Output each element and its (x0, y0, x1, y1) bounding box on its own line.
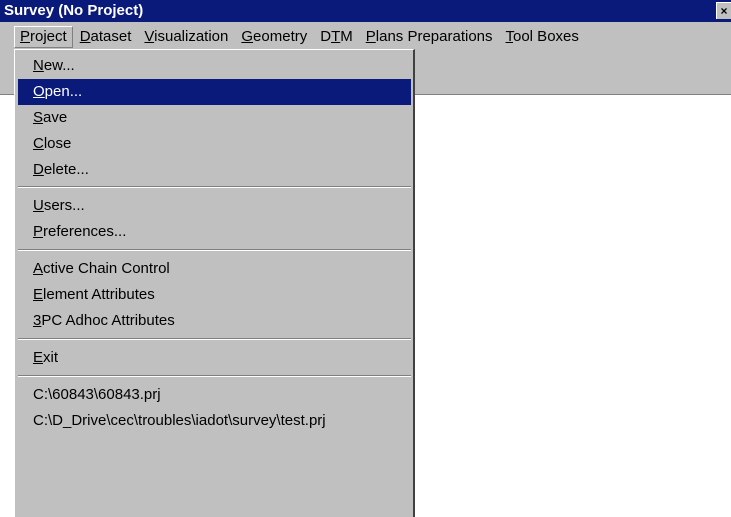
title-bar[interactable]: Survey (No Project) × (0, 0, 731, 22)
menu-item-close[interactable]: Close (18, 131, 411, 157)
item-label-key: S (33, 109, 44, 126)
item-label-post: lose (43, 135, 72, 152)
menu-item-active-chain-control[interactable]: Active Chain Control (18, 256, 411, 282)
item-label-post: PC Adhoc Attributes (41, 312, 175, 329)
menu-item-recent-file-2[interactable]: C:\D_Drive\cec\troubles\iadot\survey\tes… (18, 408, 411, 434)
menu-tool-boxes[interactable]: Tool Boxes (500, 26, 585, 48)
menu-label-key: T (505, 28, 514, 45)
menu-label-post: M (340, 28, 353, 45)
item-label-key: U (33, 197, 44, 214)
menu-visualization[interactable]: Visualization (138, 26, 234, 48)
item-label-post: C:\60843\60843.prj (33, 386, 161, 403)
menu-item-users[interactable]: Users... (18, 193, 411, 219)
menu-project[interactable]: Project (14, 26, 73, 48)
item-label-post: ave (43, 109, 68, 126)
menu-item-exit[interactable]: Exit (18, 345, 411, 371)
item-label-post: ctive Chain Control (43, 260, 170, 277)
item-label-key: O (33, 83, 45, 100)
item-label-post: ew... (43, 57, 75, 74)
menu-label-post: ataset (90, 28, 132, 45)
menu-dtm[interactable]: DTM (314, 26, 359, 48)
item-label-post: elete... (43, 161, 89, 178)
menu-item-open[interactable]: Open... (18, 79, 411, 105)
menu-label-post: eometry (253, 28, 308, 45)
menu-item-preferences[interactable]: Preferences... (18, 219, 411, 245)
menu-item-save[interactable]: Save (18, 105, 411, 131)
item-label-key: E (33, 349, 44, 366)
item-label-key: D (33, 161, 44, 178)
menu-label-key: P (20, 28, 31, 45)
item-label-key: C (33, 135, 44, 152)
menu-label-post: ool Boxes (513, 28, 579, 45)
item-label-post: xit (43, 349, 59, 366)
menu-label-post: isualization (154, 28, 229, 45)
project-dropdown-menu: New... Open... Save Close Delete... User… (14, 49, 415, 517)
item-label-key: P (33, 223, 44, 240)
item-label-key: A (33, 260, 44, 277)
item-label-key: E (33, 286, 44, 303)
item-label-key: N (33, 57, 44, 74)
menu-label-key: T (331, 28, 341, 45)
menu-label-pre: D (320, 28, 332, 45)
close-icon[interactable]: × (716, 2, 731, 19)
menu-separator (18, 186, 411, 188)
menu-label-post: roject (30, 28, 67, 45)
menu-separator (18, 375, 411, 377)
menu-item-element-attributes[interactable]: Element Attributes (18, 282, 411, 308)
window-title: Survey (No Project) (4, 2, 144, 19)
item-label-post: sers... (43, 197, 85, 214)
menu-label-key: P (365, 28, 376, 45)
menu-item-recent-file-1[interactable]: C:\60843\60843.prj (18, 382, 411, 408)
item-label-post: lement Attributes (43, 286, 155, 303)
menu-geometry[interactable]: Geometry (235, 26, 313, 48)
item-label-post: references... (43, 223, 127, 240)
menu-item-delete[interactable]: Delete... (18, 157, 411, 183)
menu-separator (18, 249, 411, 251)
item-label-post: C:\D_Drive\cec\troubles\iadot\survey\tes… (33, 412, 326, 429)
item-label-post: pen... (44, 83, 83, 100)
menu-plans-preparations[interactable]: Plans Preparations (360, 26, 499, 48)
menu-item-new[interactable]: New... (18, 53, 411, 79)
menu-label-post: lans Preparations (375, 28, 493, 45)
menu-dataset[interactable]: Dataset (74, 26, 138, 48)
menu-label-key: D (79, 28, 91, 45)
menu-separator (18, 338, 411, 340)
survey-window: Survey (No Project) × Project Dataset Vi… (0, 0, 731, 517)
menu-label-key: V (144, 28, 155, 45)
menu-item-3pc-adhoc-attributes[interactable]: 3PC Adhoc Attributes (18, 308, 411, 334)
menu-label-key: G (241, 28, 254, 45)
